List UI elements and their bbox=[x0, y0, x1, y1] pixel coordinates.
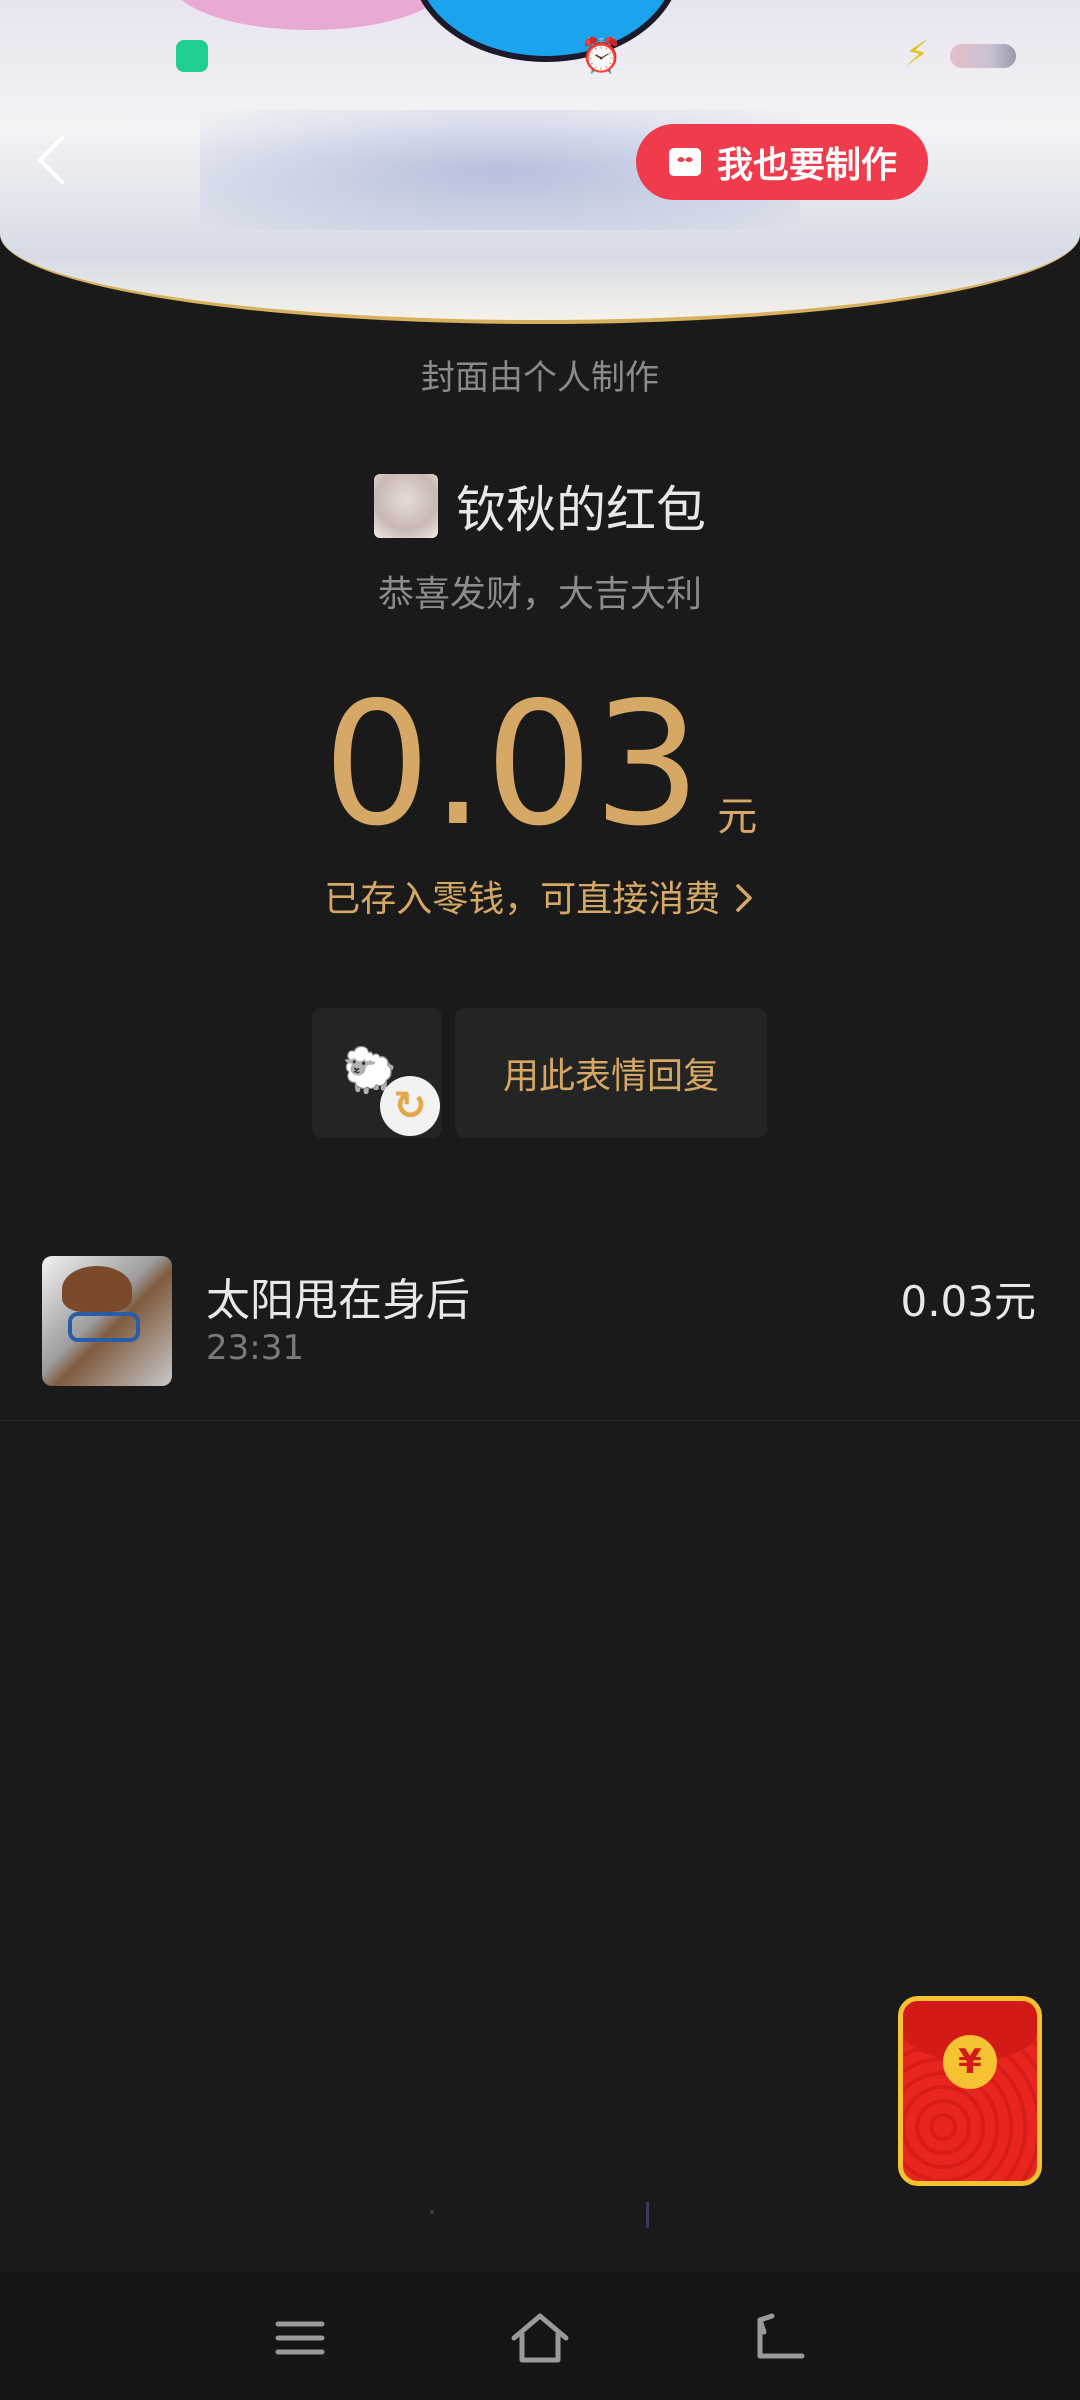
change-balance-link[interactable]: 已存入零钱，可直接消费 bbox=[0, 870, 1080, 922]
battery-icon bbox=[950, 44, 1016, 68]
amount-display: 0.03 元 bbox=[0, 680, 1080, 850]
list-item[interactable]: 太阳甩在身后 23:31 0.03元 bbox=[0, 1250, 1080, 1421]
cover-note: 封面由个人制作 bbox=[421, 358, 659, 398]
amount-value: 0.03 bbox=[322, 666, 702, 864]
avatar bbox=[42, 1256, 172, 1386]
cover-character bbox=[410, 0, 682, 62]
gift-box-icon bbox=[668, 148, 701, 176]
shield-icon bbox=[176, 40, 208, 72]
page-indicator bbox=[430, 2202, 649, 2228]
return-icon[interactable] bbox=[750, 2310, 810, 2366]
change-balance-label: 已存入零钱，可直接消费 bbox=[324, 879, 721, 920]
lightning-icon: ⚡ bbox=[905, 34, 929, 74]
red-envelope-float-button[interactable]: ¥ bbox=[898, 1996, 1042, 2186]
recipient-name: 太阳甩在身后 bbox=[206, 1275, 470, 1326]
receive-time: 23:31 bbox=[206, 1328, 304, 1368]
avatar-hair bbox=[62, 1266, 132, 1312]
alarm-icon: ⏰ bbox=[580, 36, 623, 76]
amount-unit: 元 bbox=[717, 794, 758, 840]
sticker-picker[interactable]: 🐑 ↻ bbox=[312, 1008, 442, 1138]
navigation-bar bbox=[0, 2272, 1080, 2400]
sender-row: 钦秋的红包 bbox=[0, 470, 1080, 542]
make-button-label: 我也要制作 bbox=[716, 145, 897, 186]
make-cover-button[interactable]: 我也要制作 bbox=[636, 124, 928, 200]
sender-avatar bbox=[374, 474, 438, 538]
back-chevron-icon bbox=[38, 136, 64, 184]
sender-name: 钦秋的红包 bbox=[456, 481, 706, 539]
menu-icon[interactable] bbox=[270, 2310, 330, 2366]
avatar-glasses bbox=[68, 1312, 140, 1342]
received-amount: 0.03元 bbox=[900, 1277, 1036, 1326]
refresh-icon[interactable]: ↻ bbox=[380, 1076, 440, 1136]
back-button[interactable] bbox=[28, 130, 78, 190]
chevron-right-icon bbox=[735, 884, 752, 912]
cover-decoration bbox=[170, 0, 450, 30]
reply-with-sticker-button[interactable]: 用此表情回复 bbox=[455, 1008, 767, 1138]
yuan-coin-icon: ¥ bbox=[943, 2035, 997, 2089]
home-icon[interactable] bbox=[510, 2310, 570, 2366]
reply-label: 用此表情回复 bbox=[502, 1056, 719, 1097]
wish-text: 恭喜发财，大吉大利 bbox=[377, 574, 702, 615]
